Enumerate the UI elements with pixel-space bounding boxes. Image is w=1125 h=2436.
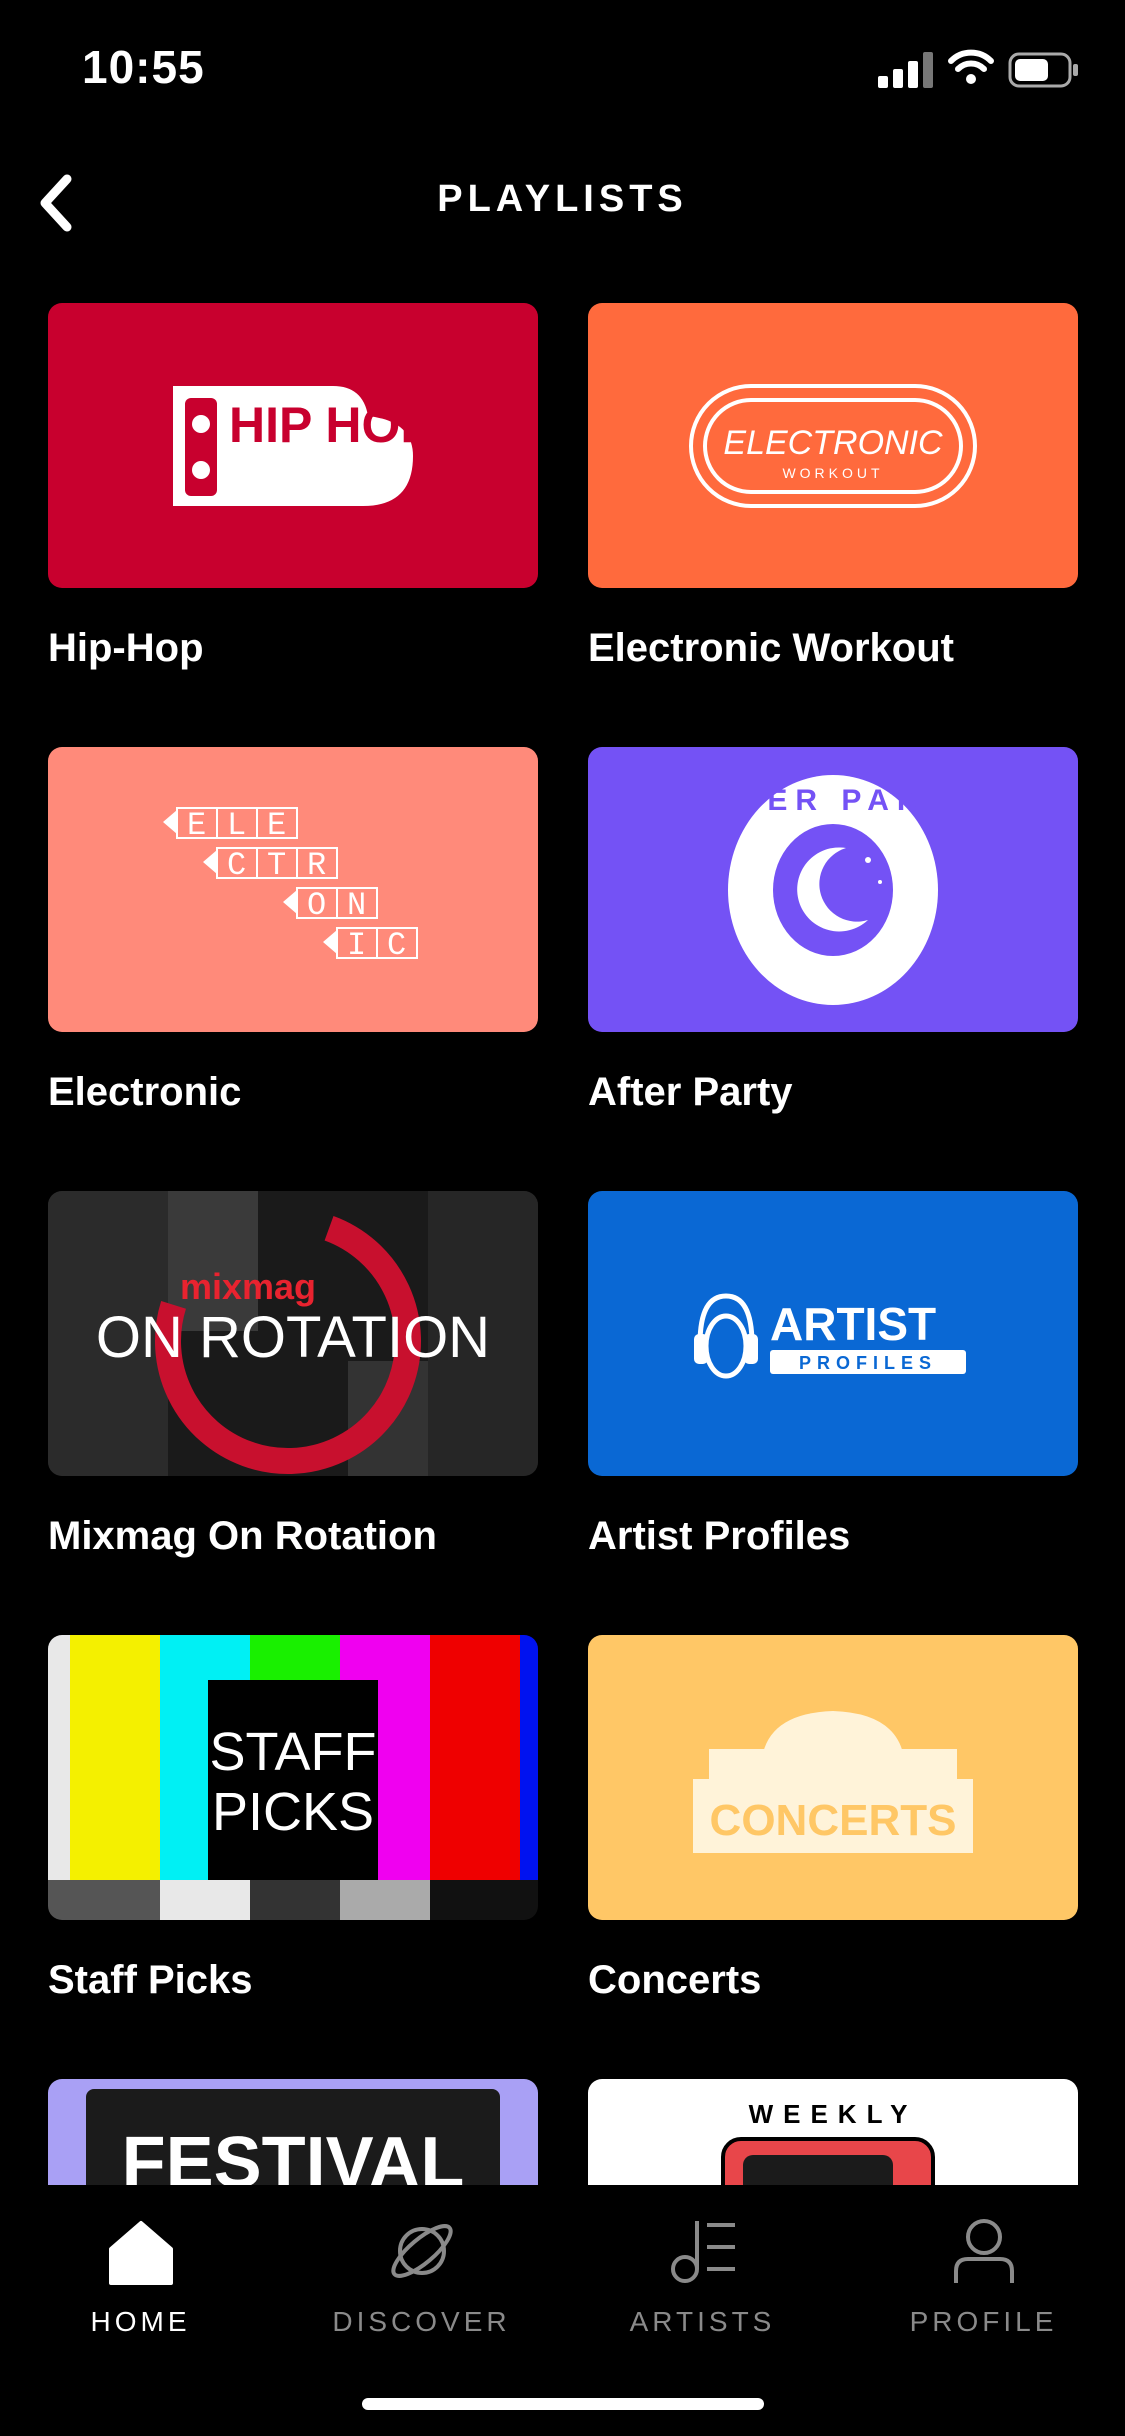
nav-label-artists: ARTISTS: [629, 2306, 776, 2337]
after-party-logo-text: AFTER PARTY: [718, 784, 948, 817]
artist-profiles-logo: ARTIST PROFILES: [694, 1292, 966, 1378]
playlist-thumbnail[interactable]: CONCERTS: [588, 1635, 1078, 1920]
playlist-thumbnail[interactable]: WEEKLY: [588, 2079, 1078, 2185]
playlist-card-electronic[interactable]: ELE CTR ON IC Electronic: [48, 747, 538, 1114]
nav-label-discover: DISCOVER: [332, 2306, 511, 2337]
home-indicator: [362, 2398, 764, 2410]
concerts-logo-text: CONCERTS: [710, 1796, 957, 1845]
svg-text:L: L: [227, 807, 246, 844]
nav-item-discover[interactable]: DISCOVER: [281, 2215, 562, 2338]
planet-icon: [390, 2224, 453, 2278]
playlist-label[interactable]: Artist Profiles: [588, 1514, 850, 1559]
playlist-thumbnail[interactable]: HIP HOP: [48, 303, 538, 588]
playlist-label[interactable]: Hip-Hop: [48, 626, 204, 671]
picks-text: PICKS: [212, 1782, 374, 1842]
playlist-thumbnail[interactable]: STAFF PICKS: [48, 1635, 538, 1920]
playlist-label[interactable]: After Party: [588, 1070, 793, 1115]
playlist-thumbnail[interactable]: ARTIST PROFILES: [588, 1191, 1078, 1476]
nav-item-home[interactable]: HOME: [0, 2215, 281, 2338]
festival-artwork: FESTIVAL: [86, 2089, 500, 2185]
svg-text:E: E: [267, 807, 286, 844]
playlist-card-hip-hop[interactable]: HIP HOP Hip-Hop: [48, 303, 538, 670]
profiles-text: PROFILES: [799, 1353, 937, 1373]
hip-hop-logo-text: HIP HOP: [229, 397, 423, 453]
playlist-thumbnail[interactable]: mixmag ON ROTATION: [48, 1191, 538, 1476]
playlist-card-staff-picks[interactable]: STAFF PICKS Staff Picks: [48, 1635, 538, 2002]
playlist-card-after-party[interactable]: AFTER PARTY After Party: [588, 747, 1078, 1114]
nav-label-home: HOME: [90, 2306, 191, 2337]
playlist-label[interactable]: Staff Picks: [48, 1958, 253, 2003]
nav-label-profile: PROFILE: [909, 2306, 1058, 2337]
playlist-grid: HIP HOP Hip-Hop ELECTRONIC WORKOUT Elect…: [0, 0, 1125, 2185]
playlist-card-electronic-workout[interactable]: ELECTRONIC WORKOUT Electronic Workout: [588, 303, 1078, 670]
hip-hop-logo: HIP HOP: [173, 385, 423, 506]
music-note-list-icon: [670, 2221, 735, 2283]
playlist-label[interactable]: Concerts: [588, 1958, 761, 2003]
playlist-thumbnail[interactable]: FESTIVAL: [48, 2079, 538, 2185]
after-party-logo: AFTER PARTY: [718, 774, 948, 1005]
svg-text:R: R: [307, 847, 326, 884]
playlist-label[interactable]: Mixmag On Rotation: [48, 1514, 437, 1559]
nav-item-profile[interactable]: PROFILE: [843, 2215, 1124, 2338]
playlist-card-artist-profiles[interactable]: ARTIST PROFILES Artist Profiles: [588, 1191, 1078, 1558]
festival-text: FESTIVAL: [122, 2123, 465, 2185]
playlist-label[interactable]: Electronic: [48, 1070, 241, 1115]
weekly-text: WEEKLY: [749, 2099, 918, 2129]
staff-text: STAFF: [210, 1722, 377, 1782]
weekly-artwork: WEEKLY: [721, 2099, 935, 2185]
playlist-thumbnail[interactable]: AFTER PARTY: [588, 747, 1078, 1032]
svg-text:C: C: [387, 927, 406, 964]
mixmag-on-rotation-artwork: mixmag ON ROTATION: [48, 1191, 538, 1476]
svg-text:I: I: [347, 927, 366, 964]
svg-text:T: T: [267, 847, 286, 884]
person-icon: [953, 2219, 1014, 2283]
concerts-logo: CONCERTS: [693, 1710, 973, 1853]
svg-text:C: C: [227, 847, 246, 884]
playlist-card-festival[interactable]: FESTIVAL: [48, 2079, 538, 2185]
playlist-card-concerts[interactable]: CONCERTS Concerts: [588, 1635, 1078, 2002]
on-rotation-text: ON ROTATION: [96, 1305, 490, 1370]
playlist-thumbnail[interactable]: ELECTRONIC WORKOUT: [588, 303, 1078, 588]
svg-text:O: O: [307, 887, 326, 924]
svg-text:N: N: [347, 887, 366, 924]
electronic-workout-logo-text: ELECTRONIC: [723, 424, 943, 462]
electronic-logo: ELE CTR ON IC: [163, 806, 418, 964]
playlist-label[interactable]: Electronic Workout: [588, 626, 954, 671]
playlist-thumbnail[interactable]: ELE CTR ON IC: [48, 747, 538, 1032]
electronic-workout-logo: ELECTRONIC WORKOUT: [689, 383, 977, 508]
artist-text: ARTIST: [770, 1298, 936, 1350]
playlist-card-mixmag-on-rotation[interactable]: mixmag ON ROTATION Mixmag On Rotation: [48, 1191, 538, 1558]
svg-text:E: E: [187, 807, 206, 844]
electronic-workout-logo-subtext: WORKOUT: [782, 465, 883, 481]
staff-picks-artwork: STAFF PICKS: [48, 1635, 538, 1920]
playlist-card-weekly[interactable]: WEEKLY: [588, 2079, 1078, 2185]
nav-item-artists[interactable]: ARTISTS: [562, 2215, 843, 2338]
home-icon: [108, 2221, 173, 2285]
mixmag-brand-text: mixmag: [180, 1266, 316, 1307]
